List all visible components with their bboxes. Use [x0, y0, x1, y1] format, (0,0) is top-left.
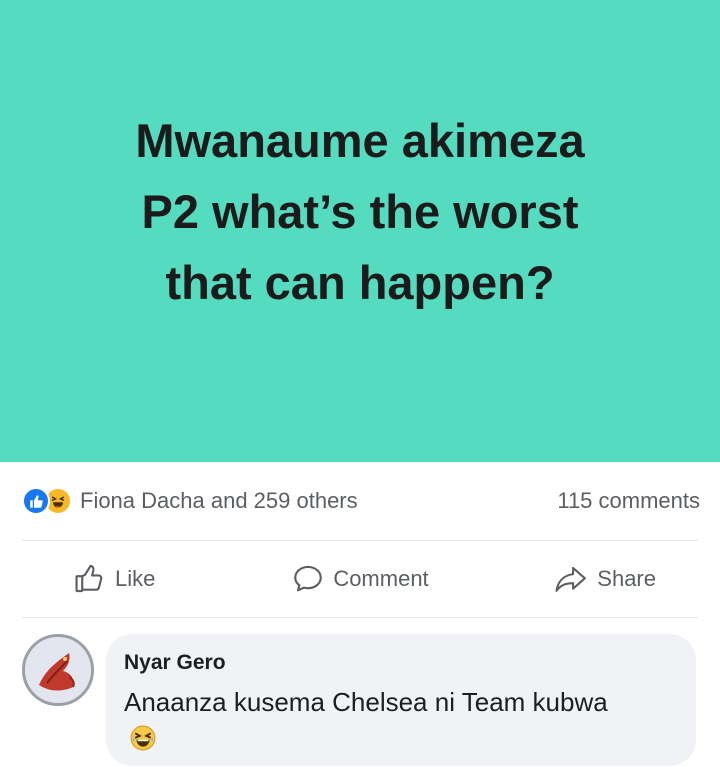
thumbs-up-icon	[73, 562, 107, 596]
post-actions-bar: Like Comment Share	[0, 541, 720, 617]
reactions-summary-row: Fiona Dacha and 259 others 115 comments	[0, 462, 720, 540]
share-button[interactable]: Share	[480, 541, 720, 617]
commenter-avatar[interactable]	[22, 634, 94, 706]
share-label: Share	[597, 566, 656, 591]
like-button[interactable]: Like	[0, 541, 240, 617]
comment-author-name[interactable]: Nyar Gero	[124, 650, 678, 676]
comments-count[interactable]: 115 comments	[557, 488, 700, 514]
share-arrow-icon	[553, 562, 589, 596]
reactors-summary[interactable]: Fiona Dacha and 259 others	[22, 487, 358, 515]
speech-bubble-icon	[291, 562, 325, 596]
post-text-card: Mwanaume akimeza P2 what’s the worst tha…	[0, 0, 720, 462]
comment-button[interactable]: Comment	[240, 541, 480, 617]
comment-bubble: Nyar Gero Anaanza kusema Chelsea ni Team…	[106, 634, 696, 766]
reactions-summary-text: Fiona Dacha and 259 others	[80, 488, 358, 513]
post-card-text: Mwanaume akimeza P2 what’s the worst tha…	[135, 113, 585, 309]
comment-label: Comment	[333, 566, 429, 591]
comment-text-container: Anaanza kusema Chelsea ni Team kubwa	[124, 684, 624, 760]
reaction-icons	[22, 487, 72, 515]
laughing-face-icon	[130, 724, 156, 760]
comment-item: Nyar Gero Anaanza kusema Chelsea ni Team…	[0, 618, 720, 767]
comment-text: Anaanza kusema Chelsea ni Team kubwa	[124, 687, 608, 717]
like-reaction-icon	[22, 487, 50, 515]
facebook-post: Mwanaume akimeza P2 what’s the worst tha…	[0, 0, 720, 767]
like-label: Like	[115, 566, 156, 591]
